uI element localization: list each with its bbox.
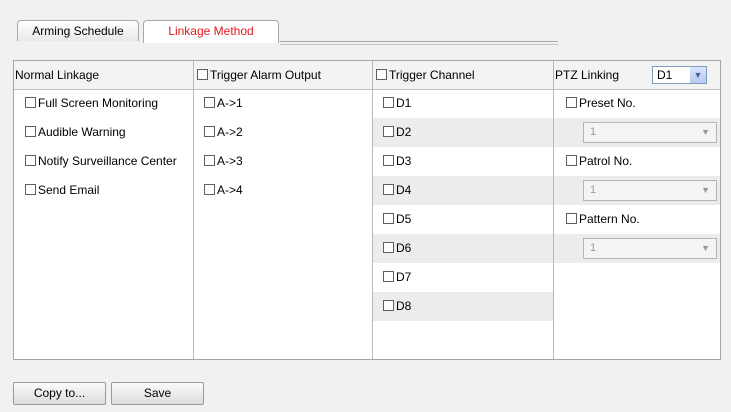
channel-item: D6 bbox=[373, 234, 553, 263]
notify-surveillance-center-checkbox[interactable] bbox=[25, 155, 36, 166]
preset-label: Preset No. bbox=[579, 96, 636, 110]
alarm-output-item: A->1 bbox=[204, 89, 372, 118]
channel-header-label: Trigger Channel bbox=[389, 68, 475, 82]
channel-checkbox[interactable] bbox=[383, 155, 394, 166]
pattern-select-value: 1 bbox=[590, 242, 597, 254]
preset-row: Preset No. bbox=[554, 89, 720, 118]
alarm-output-item: A->3 bbox=[204, 147, 372, 176]
channel-item: D3 bbox=[373, 147, 553, 176]
normal-linkage-item: Audible Warning bbox=[25, 118, 193, 147]
channel-checkbox[interactable] bbox=[383, 126, 394, 137]
chevron-down-icon: ▼ bbox=[701, 127, 710, 137]
tab-divider bbox=[280, 41, 558, 42]
normal-linkage-label: Send Email bbox=[38, 183, 100, 197]
channel-checkbox[interactable] bbox=[383, 242, 394, 253]
channel-checkbox[interactable] bbox=[383, 300, 394, 311]
channel-label: D1 bbox=[396, 96, 412, 110]
preset-checkbox[interactable] bbox=[566, 97, 577, 108]
channel-checkbox[interactable] bbox=[383, 213, 394, 224]
alarm-output-checkbox[interactable] bbox=[204, 155, 215, 166]
preset-select-value: 1 bbox=[590, 126, 597, 138]
save-button[interactable]: Save bbox=[111, 382, 204, 405]
tab-linkage-method[interactable]: Linkage Method bbox=[143, 20, 279, 43]
channel-label: D6 bbox=[396, 241, 412, 255]
header-row: Normal Linkage Trigger Alarm Output Trig… bbox=[14, 61, 720, 90]
send-email-checkbox[interactable] bbox=[25, 184, 36, 195]
channel-item: D7 bbox=[373, 263, 553, 292]
trigger-channel-all-checkbox[interactable] bbox=[376, 69, 387, 80]
alarm-output-label: A->4 bbox=[217, 183, 243, 197]
patrol-select[interactable]: 1 ▼ bbox=[583, 180, 717, 201]
alarm-output-item: A->2 bbox=[204, 118, 372, 147]
chevron-down-icon: ▼ bbox=[701, 185, 710, 195]
pattern-checkbox[interactable] bbox=[566, 213, 577, 224]
channel-item: D1 bbox=[373, 89, 553, 118]
channel-header: Trigger Channel bbox=[376, 68, 475, 82]
alarm-output-item: A->4 bbox=[204, 176, 372, 205]
normal-linkage-item: Send Email bbox=[25, 176, 193, 205]
ptz-channel-select[interactable]: D1 ▼ bbox=[652, 66, 707, 84]
alarm-output-checkbox[interactable] bbox=[204, 97, 215, 108]
tab-divider bbox=[280, 44, 558, 45]
chevron-down-icon: ▼ bbox=[701, 243, 710, 253]
linkage-panel: Normal Linkage Trigger Alarm Output Trig… bbox=[13, 60, 721, 360]
channel-checkbox[interactable] bbox=[383, 184, 394, 195]
pattern-row: Pattern No. bbox=[554, 205, 720, 234]
ptz-channel-select-value: D1 bbox=[657, 68, 673, 82]
alarm-output-checkbox[interactable] bbox=[204, 126, 215, 137]
alarm-output-label: A->3 bbox=[217, 154, 243, 168]
normal-linkage-header: Normal Linkage bbox=[15, 68, 100, 82]
channel-checkbox[interactable] bbox=[383, 271, 394, 282]
normal-linkage-label: Notify Surveillance Center bbox=[38, 154, 177, 168]
channel-item: D5 bbox=[373, 205, 553, 234]
ptz-linking-header: PTZ Linking bbox=[555, 68, 620, 82]
alarm-output-label: A->2 bbox=[217, 125, 243, 139]
alarm-output-header: Trigger Alarm Output bbox=[197, 68, 321, 82]
tab-arming-schedule[interactable]: Arming Schedule bbox=[17, 20, 139, 41]
patrol-row: Patrol No. bbox=[554, 147, 720, 176]
audible-warning-checkbox[interactable] bbox=[25, 126, 36, 137]
channel-label: D5 bbox=[396, 212, 412, 226]
patrol-checkbox[interactable] bbox=[566, 155, 577, 166]
copy-to-button[interactable]: Copy to... bbox=[13, 382, 106, 405]
patrol-select-value: 1 bbox=[590, 184, 597, 196]
channel-label: D7 bbox=[396, 270, 412, 284]
channel-label: D3 bbox=[396, 154, 412, 168]
channel-label: D8 bbox=[396, 299, 412, 313]
column-divider bbox=[193, 61, 194, 359]
trigger-alarm-output-all-checkbox[interactable] bbox=[197, 69, 208, 80]
preset-select[interactable]: 1 ▼ bbox=[583, 122, 717, 143]
channel-label: D2 bbox=[396, 125, 412, 139]
channel-checkbox[interactable] bbox=[383, 97, 394, 108]
alarm-output-header-label: Trigger Alarm Output bbox=[210, 68, 321, 82]
channel-label: D4 bbox=[396, 183, 412, 197]
chevron-down-icon: ▼ bbox=[690, 67, 706, 83]
normal-linkage-label: Audible Warning bbox=[38, 125, 126, 139]
patrol-label: Patrol No. bbox=[579, 154, 633, 168]
normal-linkage-item: Full Screen Monitoring bbox=[25, 89, 193, 118]
pattern-select[interactable]: 1 ▼ bbox=[583, 238, 717, 259]
normal-linkage-item: Notify Surveillance Center bbox=[25, 147, 193, 176]
channel-item: D4 bbox=[373, 176, 553, 205]
channel-item: D2 bbox=[373, 118, 553, 147]
channel-item: D8 bbox=[373, 292, 553, 321]
normal-linkage-label: Full Screen Monitoring bbox=[38, 96, 159, 110]
alarm-output-checkbox[interactable] bbox=[204, 184, 215, 195]
full-screen-monitoring-checkbox[interactable] bbox=[25, 97, 36, 108]
alarm-output-label: A->1 bbox=[217, 96, 243, 110]
pattern-label: Pattern No. bbox=[579, 212, 640, 226]
